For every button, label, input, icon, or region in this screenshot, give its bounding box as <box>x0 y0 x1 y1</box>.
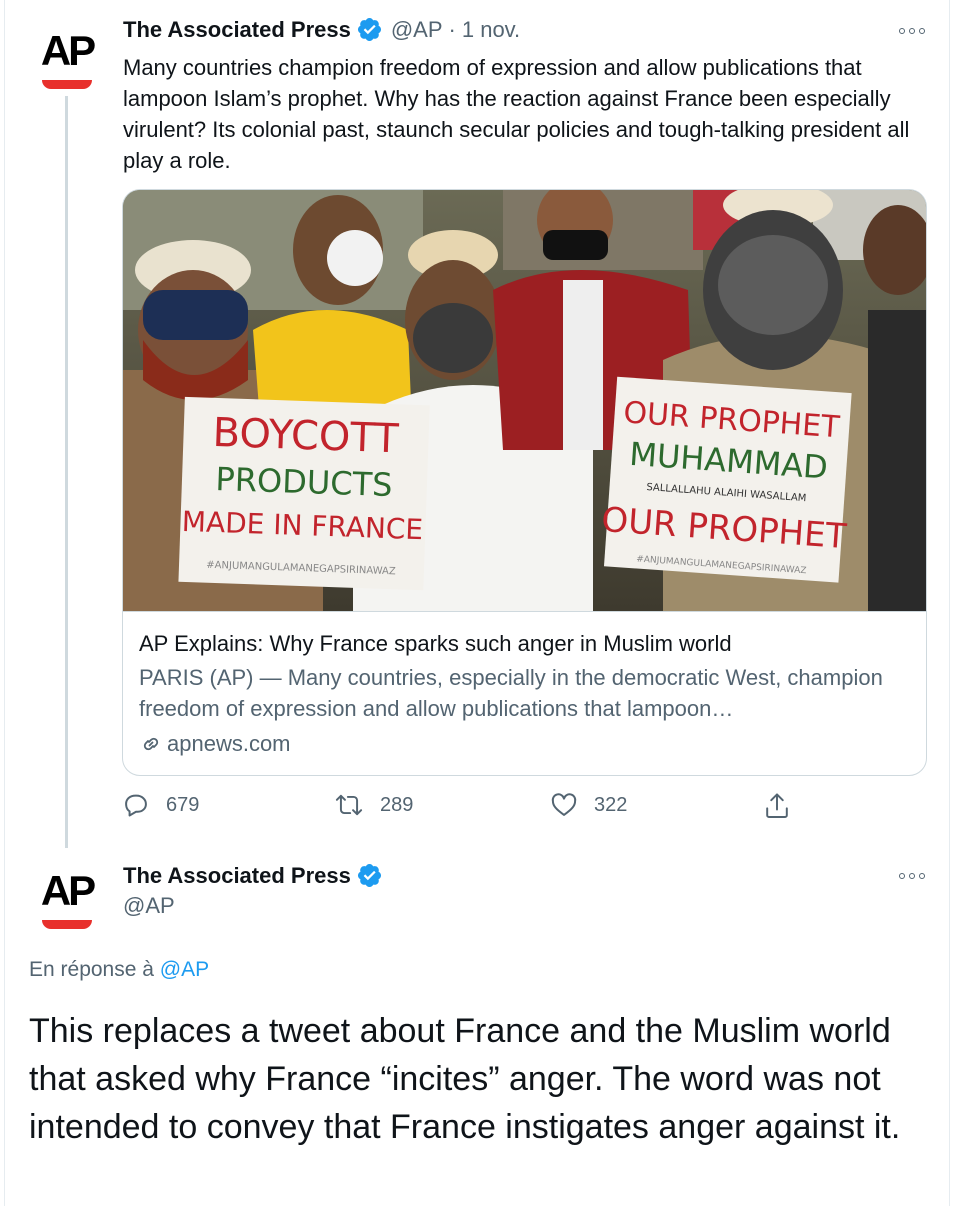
sign-left-line1: BOYCOTT <box>212 410 400 462</box>
tweet2-text: This replaces a tweet about France and t… <box>29 1012 901 1146</box>
tweet1-more-options-icon[interactable] <box>897 21 927 41</box>
card-description: PARIS (AP) — Many countries, especially … <box>139 665 883 721</box>
link-preview-card[interactable]: BOYCOTT PRODUCTS MADE IN FRANCE #ANJUMAN… <box>122 189 927 776</box>
tweet1-display-name[interactable]: The Associated Press <box>123 17 351 43</box>
replying-to-handle-link[interactable]: @AP <box>160 958 209 981</box>
card-domain: apnews.com <box>139 728 912 759</box>
tweet1-header: The Associated Press @AP · 1 nov. <box>123 16 520 43</box>
tweet2-header: The Associated Press <box>123 862 383 889</box>
ap-logo-bar-2 <box>42 920 92 929</box>
like-count: 322 <box>594 793 628 816</box>
retweet-icon <box>335 794 363 816</box>
retweet-button[interactable]: 289 <box>334 791 413 819</box>
verified-badge-icon <box>357 863 381 888</box>
like-button[interactable]: 322 <box>550 791 627 819</box>
card-body: AP Explains: Why France sparks such ange… <box>123 611 926 775</box>
card-title: AP Explains: Why France sparks such ange… <box>139 631 732 656</box>
ap-logo-text-2: AP <box>40 867 96 914</box>
verified-badge-icon <box>357 17 381 42</box>
reply-count: 679 <box>166 793 200 816</box>
share-icon <box>766 793 788 818</box>
tweet1-action-bar: 679 289 322 <box>122 791 802 825</box>
reply-button[interactable]: 679 <box>122 791 199 819</box>
tweet1-timestamp[interactable]: 1 nov. <box>462 17 520 43</box>
reply-icon <box>125 794 147 817</box>
ap-avatar[interactable]: AP <box>28 16 106 94</box>
tweet2-display-name[interactable]: The Associated Press <box>123 863 351 889</box>
ap-avatar-2[interactable]: AP <box>28 856 106 934</box>
tweet1-text: Many countries champion freedom of expre… <box>123 55 910 173</box>
tweet1-separator: · <box>448 16 456 42</box>
tweet2-handle[interactable]: @AP <box>123 893 175 919</box>
share-button[interactable] <box>763 791 807 821</box>
replying-to-label: En réponse à <box>29 958 154 981</box>
ap-logo-bar <box>42 80 92 89</box>
protest-photo: BOYCOTT PRODUCTS MADE IN FRANCE #ANJUMAN… <box>123 190 926 611</box>
sign-left-line2: PRODUCTS <box>215 460 393 504</box>
ap-logo-text: AP <box>40 27 96 74</box>
tweet2-more-options-icon[interactable] <box>897 866 927 886</box>
tweet1-handle[interactable]: @AP <box>391 17 443 43</box>
thread-connector-line <box>65 96 68 848</box>
card-domain-text: apnews.com <box>167 731 291 756</box>
heart-icon <box>551 793 577 816</box>
link-icon <box>143 737 159 750</box>
retweet-count: 289 <box>380 793 414 816</box>
replying-to: En réponse à @AP <box>29 958 209 982</box>
